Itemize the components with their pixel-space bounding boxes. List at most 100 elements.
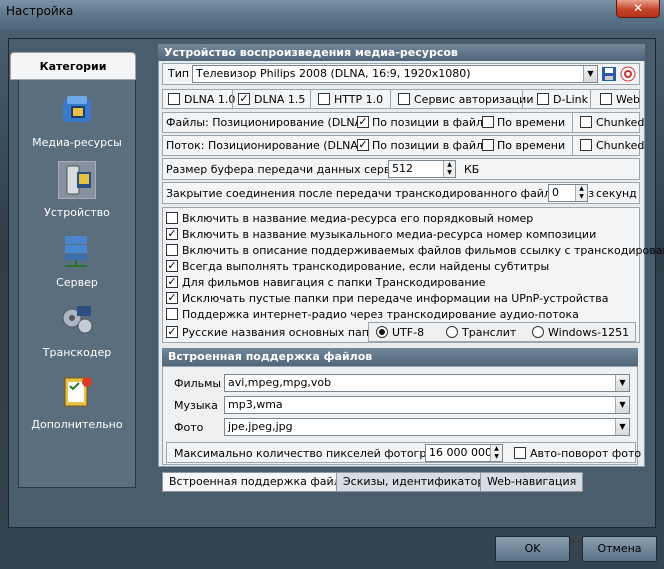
sidebar-item-label: Устройство bbox=[44, 206, 110, 219]
option-checkbox[interactable] bbox=[166, 244, 178, 256]
builtin-support-title: Встроенная поддержка файлов bbox=[162, 348, 638, 366]
max-pixels-input[interactable]: 16 000 000 ▲ ▼ bbox=[425, 444, 503, 462]
device-icon bbox=[58, 161, 96, 199]
max-pixels-value: 16 000 000 bbox=[429, 446, 492, 459]
encoding-utf8-radio[interactable] bbox=[376, 326, 388, 338]
dlna15-checkbox[interactable]: ✓ bbox=[238, 93, 250, 105]
photo-extensions-select[interactable]: jpe,jpeg,jpg ▼ bbox=[224, 418, 630, 436]
photo-extensions-value: jpe,jpeg,jpg bbox=[228, 420, 293, 433]
sidebar-item-transcoder[interactable]: Транскодер bbox=[18, 296, 136, 364]
http10-checkbox[interactable] bbox=[318, 93, 330, 105]
stream-by-position-label: По позиции в файле bbox=[372, 139, 490, 152]
dlink-checkbox[interactable] bbox=[537, 93, 549, 105]
movies-extensions-select[interactable]: avi,mpeg,mpg,vob ▼ bbox=[224, 374, 630, 392]
dlna10-checkbox[interactable] bbox=[168, 93, 180, 105]
option-checkbox[interactable] bbox=[166, 212, 178, 224]
spinner-arrows-icon[interactable]: ▲ ▼ bbox=[443, 161, 455, 177]
tab-builtin-support[interactable]: Встроенная поддержка файлов bbox=[162, 472, 361, 492]
stream-by-position-checkbox[interactable]: ✓ bbox=[357, 139, 369, 151]
sidebar-item-label: Транскодер bbox=[42, 346, 112, 359]
music-extensions-select[interactable]: mp3,wma ▼ bbox=[224, 396, 630, 414]
music-label: Музыка bbox=[174, 399, 218, 412]
movies-label: Фильмы bbox=[174, 377, 222, 390]
tab-thumbnails[interactable]: Эскизы, идентификаторы bbox=[336, 472, 501, 492]
encoding-utf8-label: UTF-8 bbox=[392, 326, 425, 339]
option-label: Включить в название медиа-ресурса его по… bbox=[182, 212, 534, 225]
option-label: Для фильмов навигация с папки Транскодир… bbox=[182, 276, 486, 289]
divider bbox=[390, 90, 391, 108]
option-label: Поддержка интернет-радио через транскоди… bbox=[182, 308, 579, 321]
option-checkbox[interactable]: ✓ bbox=[166, 260, 178, 272]
dlink-label: D-Link bbox=[553, 93, 588, 106]
save-icon[interactable] bbox=[601, 66, 617, 82]
option-label: Включить в название музыкального медиа-р… bbox=[182, 228, 597, 241]
option-label: Включить в описание поддерживаемых файло… bbox=[182, 244, 664, 257]
files-by-position-label: По позиции в файле bbox=[372, 116, 490, 129]
divider bbox=[232, 90, 233, 108]
web-checkbox[interactable] bbox=[600, 93, 612, 105]
option-label: Всегда выполнять транскодирование, если … bbox=[182, 260, 550, 273]
close-delay-value: 0 bbox=[552, 186, 559, 199]
device-type-value: Телевизор Philips 2008 (DLNA, 16:9, 1920… bbox=[196, 67, 471, 80]
files-chunked-checkbox[interactable] bbox=[580, 116, 592, 128]
sidebar-item-additional[interactable]: Дополнительно bbox=[18, 368, 136, 436]
files-by-time-checkbox[interactable] bbox=[482, 116, 494, 128]
ok-button[interactable]: OK bbox=[495, 536, 570, 562]
encoding-cp1251-label: Windows-1251 bbox=[548, 326, 630, 339]
window-title: Настройка bbox=[6, 4, 74, 18]
chevron-down-icon[interactable]: ▼ bbox=[615, 375, 629, 391]
option-checkbox[interactable] bbox=[166, 308, 178, 320]
spinner-arrows-icon[interactable]: ▲ ▼ bbox=[575, 185, 587, 201]
files-by-position-checkbox[interactable]: ✓ bbox=[357, 116, 369, 128]
autorotate-checkbox[interactable] bbox=[514, 447, 526, 459]
encoding-cp1251-radio[interactable] bbox=[532, 326, 544, 338]
help-icon[interactable] bbox=[620, 66, 636, 82]
autorotate-label: Авто-поворот фото bbox=[530, 447, 642, 460]
close-delay-input[interactable]: 0 ▲ ▼ bbox=[548, 184, 588, 202]
device-type-select[interactable]: Телевизор Philips 2008 (DLNA, 16:9, 1920… bbox=[192, 65, 598, 83]
files-chunked-label: Chunked bbox=[596, 116, 645, 129]
stream-chunked-label: Chunked bbox=[596, 139, 645, 152]
sidebar-item-device[interactable]: Устройство bbox=[18, 156, 136, 224]
chevron-down-icon[interactable]: ▼ bbox=[583, 66, 597, 82]
buffer-unit: КБ bbox=[464, 163, 480, 176]
spinner-arrows-icon[interactable]: ▲ ▼ bbox=[490, 445, 502, 461]
russian-folder-names-checkbox[interactable]: ✓ bbox=[166, 326, 178, 338]
chevron-down-icon[interactable]: ▼ bbox=[615, 397, 629, 413]
movies-extensions-value: avi,mpeg,mpg,vob bbox=[228, 376, 332, 389]
option-checkbox[interactable]: ✓ bbox=[166, 228, 178, 240]
buffer-size-input[interactable]: 512 ▲ ▼ bbox=[388, 160, 456, 178]
close-button[interactable]: ✕ bbox=[616, 0, 660, 18]
option-checkbox[interactable]: ✓ bbox=[166, 276, 178, 288]
sidebar-item-label: Медиа-ресурсы bbox=[32, 136, 122, 149]
dlna15-label: DLNA 1.5 bbox=[254, 93, 306, 106]
option-checkbox[interactable]: ✓ bbox=[166, 292, 178, 304]
server-icon bbox=[65, 236, 87, 267]
cancel-button[interactable]: Отмена bbox=[582, 536, 657, 562]
photo-label: Фото bbox=[174, 421, 204, 434]
tab-web-navigation[interactable]: Web-навигация bbox=[480, 472, 584, 492]
sidebar-item-media-resources[interactable]: Медиа-ресурсы bbox=[18, 86, 136, 154]
stream-chunked-checkbox[interactable] bbox=[580, 139, 592, 151]
close-connection-label: Закрытие соединения после передачи транс… bbox=[166, 187, 595, 200]
categories-header: Категории bbox=[10, 52, 136, 80]
stream-by-time-checkbox[interactable] bbox=[482, 139, 494, 151]
sidebar-item-label: Сервер bbox=[56, 276, 98, 289]
stream-positioning-label: Поток: Позиционирование (DLNA): bbox=[166, 139, 366, 152]
russian-folder-names-label: Русские названия основных папок bbox=[182, 326, 383, 339]
option-label: Исключать пустые папки при передаче инфо… bbox=[182, 292, 609, 305]
web-label: Web bbox=[616, 93, 640, 106]
dlna10-label: DLNA 1.0 bbox=[184, 93, 236, 106]
sidebar-item-server[interactable]: Сервер bbox=[18, 226, 136, 294]
panel-title: Устройство воспроизведения медиа-ресурсо… bbox=[158, 44, 645, 61]
encoding-translit-radio[interactable] bbox=[446, 326, 458, 338]
auth-service-checkbox[interactable] bbox=[398, 93, 410, 105]
additional-icon bbox=[64, 377, 92, 407]
media-resources-icon bbox=[63, 96, 91, 122]
sidebar-item-label: Дополнительно bbox=[31, 418, 123, 431]
close-delay-unit: секунд bbox=[596, 187, 637, 200]
chevron-down-icon[interactable]: ▼ bbox=[615, 419, 629, 435]
divider bbox=[522, 90, 523, 108]
type-label: Тип bbox=[168, 67, 190, 80]
encoding-translit-label: Транслит bbox=[462, 326, 517, 339]
